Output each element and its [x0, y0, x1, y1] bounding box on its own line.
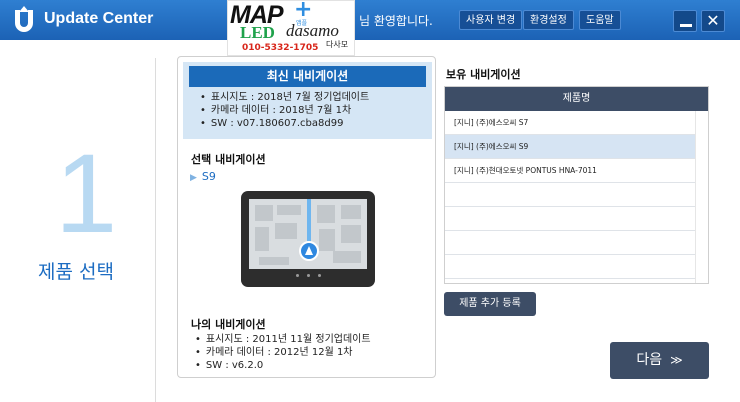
latest-navigation-box: 최신 내비게이션 표시지도 : 2018년 7월 정기업데이트 카메라 데이터 … [183, 62, 432, 139]
table-row-empty [445, 231, 695, 255]
product-table: 제품명 [지니] (주)에스오씨 S7 [지니] (주)에스오씨 S9 [지니]… [444, 86, 709, 284]
table-row[interactable]: [지니] (주)에스오씨 S7 [445, 111, 695, 135]
help-button[interactable]: 도움말 [579, 10, 621, 30]
my-navigation-info: 표시지도 : 2011년 11월 정기업데이트 카메라 데이터 : 2012년 … [195, 333, 371, 372]
latest-sw-version: SW : v07.180607.cba8d99 [200, 117, 369, 130]
update-center-window: Update Center MAP + 앱플 LED dasamo 다사모 01… [0, 0, 740, 402]
navigation-arrow-icon [299, 241, 319, 261]
title-bar: Update Center MAP + 앱플 LED dasamo 다사모 01… [0, 0, 740, 56]
step-label: 제품 선택 [38, 261, 114, 283]
device-screen [249, 199, 367, 269]
my-camera-version: 카메라 데이터 : 2012년 12월 1차 [195, 346, 371, 359]
table-row-empty [445, 183, 695, 207]
selected-navigation-model: ▶ S9 [190, 170, 216, 183]
my-navigation-title: 나의 내비게이션 [191, 318, 266, 331]
latest-navigation-info: 표시지도 : 2018년 7월 정기업데이트 카메라 데이터 : 2018년 7… [200, 91, 369, 130]
app-logo-icon [15, 6, 33, 32]
add-product-button[interactable]: 제품 추가 등록 [444, 292, 536, 316]
device-buttons [296, 274, 322, 278]
table-row[interactable]: [지니] (주)현대오토넷 PONTUS HNA-7011 [445, 159, 695, 183]
table-row-empty [445, 207, 695, 231]
table-scrollbar[interactable] [695, 111, 708, 283]
welcome-text: 님 환영합니다. [359, 14, 433, 28]
navigation-device-illustration [241, 191, 375, 287]
brand-led-text: LED [240, 23, 275, 42]
navigation-info-panel: 최신 내비게이션 표시지도 : 2018년 7월 정기업데이트 카메라 데이터 … [177, 56, 436, 378]
vertical-divider [155, 58, 156, 402]
latest-map-version: 표시지도 : 2018년 7월 정기업데이트 [200, 91, 369, 104]
table-row[interactable]: [지니] (주)에스오씨 S9 [445, 135, 695, 159]
app-title: Update Center [44, 10, 154, 27]
step-number: 1 [55, 131, 118, 256]
brand-dasamo-kr-text: 다사모 [326, 40, 349, 49]
latest-camera-version: 카메라 데이터 : 2018년 7월 1차 [200, 104, 369, 117]
owned-navigation-title: 보유 내비게이션 [446, 68, 521, 81]
change-user-button[interactable]: 사용자 변경 [459, 10, 523, 30]
triangle-right-icon: ▶ [190, 173, 197, 183]
close-button[interactable]: ✕ [701, 10, 725, 32]
next-button-label: 다음 [636, 352, 663, 368]
latest-navigation-title: 최신 내비게이션 [189, 66, 426, 87]
brand-phone-text: 010-5332-1705 [242, 43, 319, 53]
double-chevron-down-icon: ≫ [670, 353, 683, 367]
selected-navigation-title: 선택 내비게이션 [191, 153, 266, 166]
brand-dasamo-text: dasamo [286, 21, 339, 40]
settings-button[interactable]: 환경설정 [523, 10, 574, 30]
selected-model-name: S9 [201, 170, 216, 183]
my-sw-version: SW : v6.2.0 [195, 359, 371, 372]
minimize-button[interactable] [673, 10, 697, 32]
next-button[interactable]: 다음 ≫ [610, 342, 709, 379]
brand-logo: MAP + 앱플 LED dasamo 다사모 010-5332-1705 [227, 0, 355, 56]
my-map-version: 표시지도 : 2011년 11월 정기업데이트 [195, 333, 371, 346]
table-row-empty [445, 255, 695, 279]
product-column-header: 제품명 [445, 87, 708, 111]
